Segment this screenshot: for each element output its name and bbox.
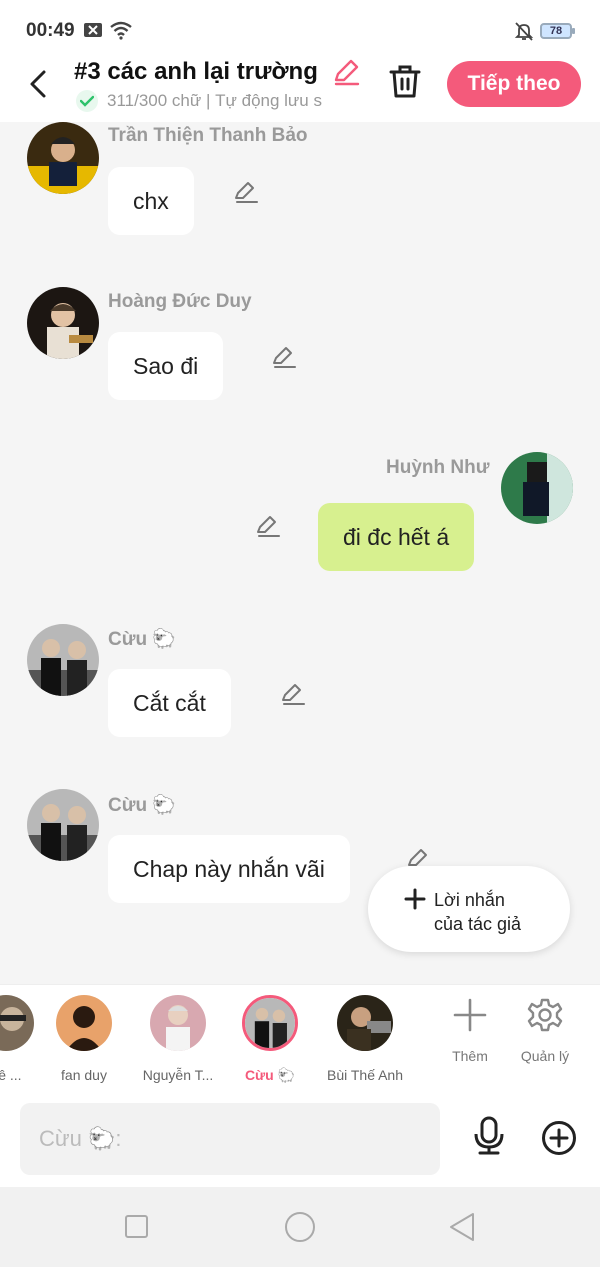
bell-muted-icon	[514, 21, 534, 46]
battery-indicator: 78	[540, 23, 575, 39]
gear-icon	[527, 998, 563, 1032]
avatar[interactable]	[27, 624, 99, 696]
message-bubble[interactable]: Cắt cắt	[108, 669, 231, 737]
message-bubble[interactable]: Chap này nhắn vãi	[108, 835, 350, 903]
word-count: 311/300 chữ	[107, 91, 202, 110]
sender-name: Cừu 🐑	[108, 629, 177, 650]
manage-label: Quản lý	[520, 1048, 570, 1064]
character-item-active[interactable]: Cừu 🐑	[238, 995, 302, 1084]
home-icon[interactable]	[285, 1212, 315, 1242]
character-item[interactable]: Lê ...	[0, 995, 34, 1083]
check-icon	[76, 90, 98, 112]
add-character-button[interactable]: Thêm	[435, 997, 505, 1064]
character-avatar	[150, 995, 206, 1051]
edit-message-icon[interactable]	[255, 514, 281, 543]
character-name: Lê ...	[0, 1067, 22, 1083]
character-bar[interactable]: Lê ... fan duy Nguyễn T... Cừu 🐑 Bùi Thế…	[0, 984, 600, 1092]
author-note-button[interactable]: Lời nhắn của tác giả	[368, 866, 570, 952]
author-note-line1: Lời nhắn	[434, 890, 505, 910]
message-input[interactable]: Cừu 🐑:	[20, 1103, 440, 1175]
avatar[interactable]	[27, 789, 99, 861]
character-avatar	[56, 995, 112, 1051]
character-avatar	[337, 995, 393, 1051]
character-item[interactable]: Bùi Thế Anh	[320, 995, 410, 1083]
autosave-label: Tự động lưu s	[215, 91, 322, 110]
edit-title-icon[interactable]	[332, 58, 360, 91]
add-label: Thêm	[452, 1048, 488, 1064]
plus-icon	[404, 888, 426, 913]
sender-name: Hoàng Đức Duy	[108, 291, 252, 312]
input-bar: Cừu 🐑:	[0, 1092, 600, 1187]
character-avatar	[242, 995, 298, 1051]
chat-area[interactable]: Trần Thiện Thanh Bảo chx Hoàng Đức Duy S…	[0, 122, 600, 984]
status-time: 00:49	[26, 20, 75, 41]
character-name: Cừu 🐑	[244, 1067, 296, 1083]
header: #3 các anh lại trường 311/300 chữ | Tự đ…	[0, 50, 600, 122]
save-status: 311/300 chữ | Tự động lưu s	[76, 90, 360, 112]
avatar[interactable]	[501, 452, 573, 524]
character-name: Bùi Thế Anh	[326, 1067, 404, 1083]
character-item[interactable]: fan duy	[54, 995, 114, 1083]
back-arrow-icon[interactable]	[24, 66, 54, 102]
wifi-icon	[110, 20, 132, 45]
plus-icon	[453, 998, 487, 1032]
avatar[interactable]	[27, 122, 99, 194]
edit-message-icon[interactable]	[271, 345, 297, 374]
trash-icon[interactable]	[388, 64, 422, 105]
sender-name: Cừu 🐑	[108, 795, 177, 816]
next-button[interactable]: Tiếp theo	[447, 61, 581, 107]
avatar[interactable]	[27, 287, 99, 359]
sender-name: Huỳnh Như	[386, 457, 490, 478]
sender-name: Trần Thiện Thanh Bảo	[108, 125, 308, 146]
message-bubble[interactable]: chx	[108, 167, 194, 235]
character-item[interactable]: Nguyễn T...	[136, 995, 220, 1083]
page-title[interactable]: #3 các anh lại trường	[74, 58, 318, 86]
add-attachment-icon[interactable]	[541, 1120, 577, 1161]
status-separator: |	[201, 91, 216, 110]
manage-button[interactable]: Quản lý	[510, 997, 580, 1064]
message-bubble[interactable]: đi đc hết á	[318, 503, 475, 571]
character-name: fan duy	[61, 1067, 107, 1083]
recent-apps-icon[interactable]	[125, 1215, 148, 1238]
microphone-icon[interactable]	[472, 1116, 506, 1161]
system-nav-bar	[0, 1187, 600, 1267]
edit-message-icon[interactable]	[280, 682, 306, 711]
back-triangle-icon[interactable]	[448, 1212, 476, 1247]
notification-x-icon	[84, 22, 102, 43]
edit-message-icon[interactable]	[233, 180, 259, 209]
author-note-line2: của tác giả	[434, 914, 522, 934]
author-note-label: Lời nhắn của tác giả	[434, 888, 554, 936]
character-name: Nguyễn T...	[142, 1067, 214, 1083]
message-bubble[interactable]: Sao đi	[108, 332, 224, 400]
character-avatar	[0, 995, 34, 1051]
